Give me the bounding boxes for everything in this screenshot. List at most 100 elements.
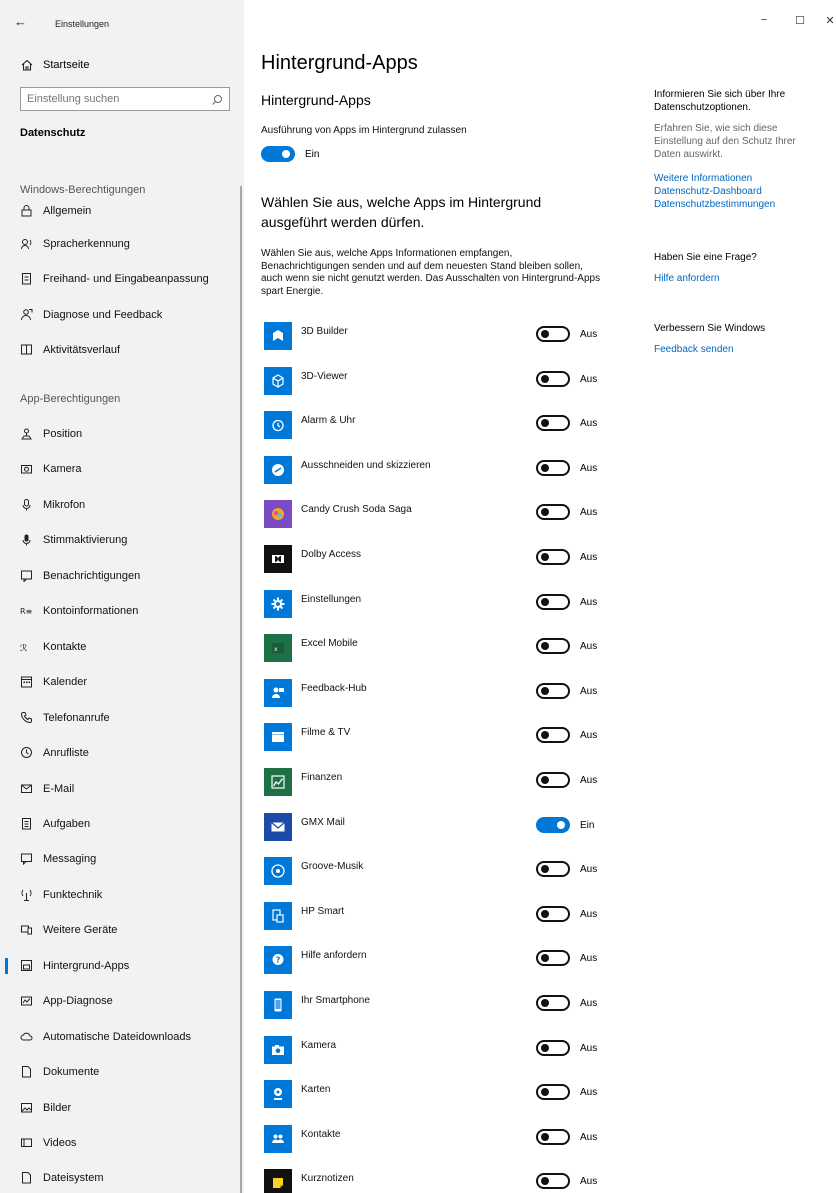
sidebar-item-notification[interactable]: Benachrichtigungen <box>0 561 240 591</box>
app-background-toggle[interactable]: Aus <box>536 772 597 788</box>
allow-background-toggle[interactable]: Ein <box>261 146 319 162</box>
app-background-toggle[interactable]: Aus <box>536 415 597 431</box>
minimize-button[interactable]: − <box>754 14 774 26</box>
sidebar-item-timeline[interactable]: Aktivitätsverlauf <box>0 335 240 365</box>
toggle-switch[interactable] <box>536 504 570 520</box>
app-background-toggle[interactable]: Ein <box>536 817 594 833</box>
toggle-switch[interactable] <box>536 995 570 1011</box>
toggle-state: Aus <box>580 729 598 741</box>
toggle-switch[interactable] <box>536 727 570 743</box>
sidebar-item-chat[interactable]: Messaging <box>0 844 240 874</box>
link-privacy-statement[interactable]: Datenschutzbestimmungen <box>654 198 819 211</box>
sidebar-item-cloud[interactable]: Automatische Dateidownloads <box>0 1022 240 1052</box>
devices-icon <box>20 923 33 936</box>
toggle-switch[interactable] <box>536 371 570 387</box>
toggle-switch[interactable] <box>536 1173 570 1189</box>
toggle-switch[interactable] <box>536 950 570 966</box>
app-background-toggle[interactable]: Aus <box>536 594 597 610</box>
picture-icon <box>20 1101 33 1114</box>
sidebar-item-file-system[interactable]: Dateisystem <box>0 1163 240 1193</box>
app-name: Ausschneiden und skizzieren <box>301 460 431 471</box>
toggle-switch[interactable] <box>536 861 570 877</box>
close-button[interactable]: ✕ <box>820 14 836 27</box>
back-arrow-icon[interactable]: ← <box>14 14 34 34</box>
sidebar-item-picture[interactable]: Bilder <box>0 1093 240 1123</box>
app-name: Excel Mobile <box>301 638 358 649</box>
sidebar-item-lock[interactable]: Allgemein <box>0 196 240 226</box>
app-background-toggle[interactable]: Aus <box>536 549 597 565</box>
sidebar-item-label: Telefonanrufe <box>43 712 110 724</box>
app-background-toggle[interactable]: Aus <box>536 1040 597 1056</box>
sticky-note-icon <box>264 1169 292 1193</box>
toggle-switch[interactable] <box>536 906 570 922</box>
sidebar-item-camera[interactable]: Kamera <box>0 454 240 484</box>
sidebar-item-feedback[interactable]: Diagnose und Feedback <box>0 300 240 330</box>
app-background-toggle[interactable]: Aus <box>536 683 597 699</box>
search-input[interactable] <box>21 88 211 110</box>
toggle-switch[interactable] <box>536 1129 570 1145</box>
sidebar-item-label: Messaging <box>43 853 97 865</box>
sidebar-item-document[interactable]: Dokumente <box>0 1057 240 1087</box>
app-background-toggle[interactable]: Aus <box>536 504 597 520</box>
toggle-switch[interactable] <box>536 326 570 342</box>
toggle-state: Aus <box>580 997 598 1009</box>
maximize-button[interactable]: ☐ <box>790 14 810 27</box>
sidebar-item-voice[interactable]: Stimmaktivierung <box>0 525 240 555</box>
sidebar-item-ink[interactable]: Freihand- und Eingabeanpassung <box>0 264 240 294</box>
toggle-switch[interactable] <box>261 146 295 162</box>
link-more-info[interactable]: Weitere Informationen <box>654 172 819 185</box>
toggle-switch[interactable] <box>536 683 570 699</box>
link-send-feedback[interactable]: Feedback senden <box>654 343 819 356</box>
app-background-toggle[interactable]: Aus <box>536 371 597 387</box>
app-background-toggle[interactable]: Aus <box>536 995 597 1011</box>
sidebar-item-radio[interactable]: Funktechnik <box>0 880 240 910</box>
toggle-switch[interactable] <box>536 1040 570 1056</box>
sidebar-item-speech[interactable]: Spracherkennung <box>0 229 240 259</box>
sidebar-item-tasks[interactable]: Aufgaben <box>0 809 240 839</box>
sidebar-item-history[interactable]: Anrufliste <box>0 738 240 768</box>
sidebar-item-location[interactable]: Position <box>0 419 240 449</box>
sidebar-item-account-info[interactable]: R≡ Kontoinformationen <box>0 596 240 626</box>
toggle-switch[interactable] <box>536 415 570 431</box>
toggle-switch[interactable] <box>536 817 570 833</box>
toggle-switch[interactable] <box>536 594 570 610</box>
search-box[interactable] <box>20 87 230 111</box>
sidebar-item-devices[interactable]: Weitere Geräte <box>0 915 240 945</box>
toggle-state: Ein <box>305 148 320 160</box>
app-background-toggle[interactable]: Aus <box>536 1084 597 1100</box>
sidebar-item-contacts[interactable]: ℛ Kontakte <box>0 632 240 662</box>
link-get-help[interactable]: Hilfe anfordern <box>654 272 819 285</box>
link-privacy-dashboard[interactable]: Datenschutz-Dashboard <box>654 185 819 198</box>
sidebar-item-mail[interactable]: E-Mail <box>0 774 240 804</box>
toggle-switch[interactable] <box>536 549 570 565</box>
app-background-toggle[interactable]: Aus <box>536 727 597 743</box>
sidebar-item-microphone[interactable]: Mikrofon <box>0 490 240 520</box>
app-background-toggle[interactable]: Aus <box>536 1129 597 1145</box>
toggle-switch[interactable] <box>536 772 570 788</box>
sidebar-item-home[interactable]: Startseite <box>0 52 244 80</box>
sidebar-item-calendar[interactable]: Kalender <box>0 667 240 697</box>
app-row: Einstellungen Aus <box>261 590 621 634</box>
toggle-switch[interactable] <box>536 460 570 476</box>
app-background-toggle[interactable]: Aus <box>536 950 597 966</box>
sidebar-item-video[interactable]: Videos <box>0 1128 240 1158</box>
sidebar-scrollbar[interactable] <box>240 186 242 1193</box>
app-background-toggle[interactable]: Aus <box>536 638 597 654</box>
sidebar-item-background-apps[interactable]: Hintergrund-Apps <box>0 951 240 981</box>
sidebar-item-label: App-Diagnose <box>43 995 113 1007</box>
app-background-toggle[interactable]: Aus <box>536 906 597 922</box>
app-background-toggle[interactable]: Aus <box>536 861 597 877</box>
toggle-state: Aus <box>580 908 598 920</box>
toggle-state: Aus <box>580 328 598 340</box>
sidebar-item-app-diagnostics[interactable]: App-Diagnose <box>0 986 240 1016</box>
alarm-icon <box>264 411 292 439</box>
toggle-switch[interactable] <box>536 1084 570 1100</box>
toggle-switch[interactable] <box>536 638 570 654</box>
search-icon[interactable] <box>211 93 223 105</box>
toggle-state: Aus <box>580 685 598 697</box>
toggle-state: Aus <box>580 952 598 964</box>
sidebar-item-phone[interactable]: Telefonanrufe <box>0 703 240 733</box>
app-background-toggle[interactable]: Aus <box>536 1173 597 1189</box>
app-background-toggle[interactable]: Aus <box>536 460 597 476</box>
app-background-toggle[interactable]: Aus <box>536 326 597 342</box>
